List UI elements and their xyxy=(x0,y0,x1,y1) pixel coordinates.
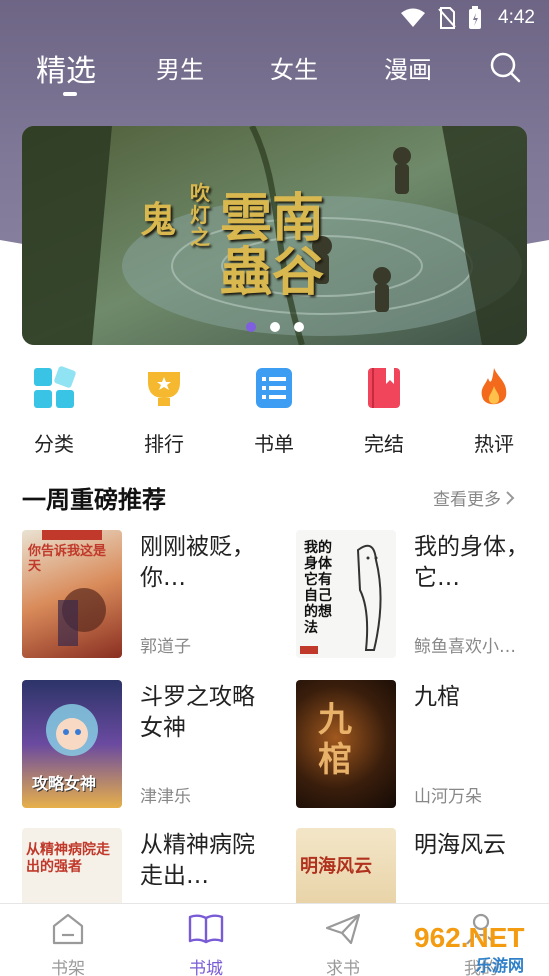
banner-title-big: 雲南蟲谷 xyxy=(220,188,325,303)
category-shortcuts: 分类 排行 书单 完结 热评 xyxy=(0,362,549,458)
book-cover-title: 我的身体它有自己的想法 xyxy=(304,540,332,636)
category-completed[interactable]: 完结 xyxy=(344,362,424,457)
book-author: 津津乐 xyxy=(140,787,191,807)
nav-request-book[interactable]: 求书 xyxy=(303,912,383,976)
book-cover-title: 明海风云 xyxy=(300,856,372,877)
book-cover-title: 九棺 xyxy=(318,700,352,780)
trophy-icon xyxy=(148,372,180,406)
category-label: 书单 xyxy=(254,432,294,456)
book-title: 斗罗之攻略女神 xyxy=(140,684,255,741)
banner-dot[interactable] xyxy=(269,322,280,332)
book-cover-title: 你告诉我这是天 xyxy=(28,544,107,574)
active-tab-indicator xyxy=(63,92,77,96)
status-bar: 4:42 xyxy=(0,0,549,36)
watermark-subtext: 乐游网 xyxy=(476,956,525,975)
bookmark-book-icon xyxy=(368,368,400,408)
nav-bookstore[interactable]: 书城 xyxy=(166,912,246,976)
book-title: 九棺 xyxy=(414,684,460,710)
category-label: 热评 xyxy=(474,432,514,456)
category-hot-reviews[interactable]: 热评 xyxy=(454,362,534,457)
nav-bookshelf[interactable]: 书架 xyxy=(28,912,108,976)
book-cover-title: 攻略女神 xyxy=(32,774,97,793)
watermark-text: 962.NET xyxy=(414,922,525,953)
book-card[interactable]: 你告诉我这是天 刚刚被贬，你… 郭道子 xyxy=(22,530,272,660)
book-author: 鲸鱼喜欢小… xyxy=(414,637,516,657)
banner-title-main: 鬼 xyxy=(140,199,177,241)
book-title: 我的身体，它… xyxy=(414,534,529,591)
book-cover: 你告诉我这是天 xyxy=(22,530,122,658)
book-cover: 我的身体它有自己的想法 xyxy=(296,530,396,658)
battery-icon xyxy=(469,6,482,29)
book-card[interactable]: 攻略女神 斗罗之攻略女神 津津乐 xyxy=(22,680,272,810)
book-cover: 攻略女神 xyxy=(22,680,122,808)
open-book-icon xyxy=(188,914,224,944)
book-cover-title: 从精神病院走出的强者 xyxy=(26,842,110,875)
book-author: 郭道子 xyxy=(140,637,191,657)
no-sim-icon xyxy=(438,7,456,29)
banner-pagination xyxy=(22,322,527,332)
book-title: 明海风云 xyxy=(414,832,506,858)
search-icon[interactable] xyxy=(488,50,522,84)
banner-title-small: 吹灯之 xyxy=(190,181,210,249)
book-cover: 九棺 xyxy=(296,680,396,808)
nav-label: 书城 xyxy=(189,959,223,976)
see-more-label: 查看更多 xyxy=(433,490,501,510)
top-tabs: 精选 男生 女生 漫画 xyxy=(0,44,549,100)
book-title: 从精神病院走出… xyxy=(140,832,255,889)
site-watermark: 962.NET 乐游网 xyxy=(410,922,546,975)
category-ranking[interactable]: 排行 xyxy=(124,362,204,457)
book-title: 刚刚被贬，你… xyxy=(140,534,255,591)
grid-icon xyxy=(34,366,76,408)
status-time: 4:42 xyxy=(498,7,535,28)
category-label: 分类 xyxy=(34,432,74,456)
tab-female[interactable]: 女生 xyxy=(270,50,318,85)
category-label: 排行 xyxy=(144,432,184,456)
tab-male[interactable]: 男生 xyxy=(156,50,204,85)
promo-banner[interactable]: 鬼 吹灯之 雲南蟲谷 xyxy=(22,126,527,345)
section-title: 一周重磅推荐 xyxy=(22,486,166,514)
tab-featured[interactable]: 精选 xyxy=(36,46,96,90)
flame-icon xyxy=(481,368,507,405)
banner-dot[interactable] xyxy=(293,322,304,332)
chevron-right-icon xyxy=(506,490,515,505)
category-booklist[interactable]: 书单 xyxy=(234,362,314,457)
nav-label: 书架 xyxy=(51,959,85,976)
book-card[interactable]: 我的身体它有自己的想法 我的身体，它… 鲸鱼喜欢小… xyxy=(296,530,546,660)
category-label: 完结 xyxy=(364,432,404,456)
home-shelf-icon xyxy=(52,913,84,945)
banner-dot[interactable] xyxy=(245,322,256,332)
book-card[interactable]: 九棺 九棺 山河万朵 xyxy=(296,680,546,810)
see-more-link[interactable]: 查看更多 xyxy=(433,485,515,510)
nav-label: 求书 xyxy=(326,959,360,976)
tab-comics[interactable]: 漫画 xyxy=(384,50,432,85)
category-classify[interactable]: 分类 xyxy=(14,362,94,457)
list-icon xyxy=(256,368,292,408)
paper-plane-icon xyxy=(325,913,361,945)
book-author: 山河万朵 xyxy=(414,787,482,807)
wifi-icon xyxy=(401,8,426,27)
